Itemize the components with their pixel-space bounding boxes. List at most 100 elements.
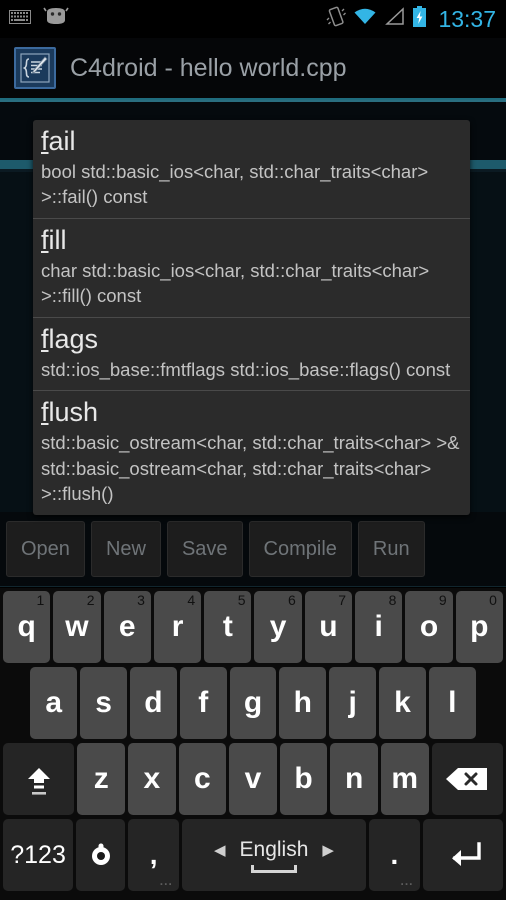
comma-key-more: ... xyxy=(159,874,173,888)
backspace-icon[interactable] xyxy=(431,743,503,815)
open-button[interactable]: Open xyxy=(6,521,85,577)
autocomplete-popup[interactable]: fail bool std::basic_ios<char, std::char… xyxy=(33,120,470,515)
key-t[interactable]: 5t xyxy=(204,591,252,663)
key-q-alt: 1 xyxy=(36,592,45,608)
android-screen: 13:37 C4droid - hello world.cpp fail boo… xyxy=(0,0,506,900)
key-i[interactable]: 8i xyxy=(355,591,403,663)
key-v[interactable]: v xyxy=(229,743,277,815)
autocomplete-item-name: flags xyxy=(41,324,462,356)
key-e-alt: 3 xyxy=(137,592,145,608)
period-key[interactable]: . ... xyxy=(369,819,420,891)
autocomplete-item[interactable]: fill char std::basic_ios<char, std::char… xyxy=(33,219,470,318)
editor-top-divider xyxy=(0,100,506,102)
key-x[interactable]: x xyxy=(128,743,176,815)
save-button[interactable]: Save xyxy=(166,521,243,577)
new-button[interactable]: New xyxy=(90,521,161,577)
autocomplete-item-signature: std::basic_ostream<char, std::char_trait… xyxy=(41,432,465,505)
autocomplete-item-signature: bool std::basic_ios<char, std::char_trai… xyxy=(41,160,434,208)
space-bar-glyph-icon xyxy=(250,864,297,873)
compile-button[interactable]: Compile xyxy=(248,521,352,577)
key-y[interactable]: 6y xyxy=(254,591,302,663)
key-u-label: u xyxy=(319,610,338,643)
run-button[interactable]: Run xyxy=(357,521,425,577)
key-b[interactable]: b xyxy=(279,743,328,815)
key-y-alt: 6 xyxy=(287,592,296,608)
key-u-alt: 7 xyxy=(338,592,347,608)
status-bar-clock: 13:37 xyxy=(438,5,496,32)
key-a[interactable]: a xyxy=(30,667,78,739)
key-u[interactable]: 7u xyxy=(304,591,353,663)
autocomplete-item-rest: ail xyxy=(48,126,76,156)
wifi-icon xyxy=(353,7,377,31)
key-y-label: y xyxy=(269,610,287,643)
autocomplete-item-rest: ill xyxy=(48,224,67,255)
key-p[interactable]: 0p xyxy=(455,591,503,663)
app-title-bar: C4droid - hello world.cpp xyxy=(0,38,506,100)
autocomplete-item[interactable]: fail bool std::basic_ios<char, std::char… xyxy=(33,120,470,219)
key-h[interactable]: h xyxy=(279,667,327,739)
keyboard-row-2-left-pad xyxy=(3,667,27,739)
keyboard-row-2: a s d f g h j k l xyxy=(2,667,504,739)
autocomplete-item-signature: std::ios_base::fmtflags std::ios_base::f… xyxy=(41,358,451,380)
voice-input-icon[interactable] xyxy=(76,819,126,891)
language-prev-arrow-icon[interactable]: ◀ xyxy=(214,841,226,859)
vibrate-icon xyxy=(326,6,347,32)
autocomplete-item-name: fill xyxy=(41,225,462,257)
shift-icon[interactable] xyxy=(3,743,75,815)
autocomplete-item-signature: char std::basic_ios<char, std::char_trai… xyxy=(41,259,435,307)
space-key-language: English xyxy=(239,837,309,861)
key-g[interactable]: g xyxy=(229,667,277,739)
enter-icon[interactable] xyxy=(422,819,504,891)
symbols-key[interactable]: ?123 xyxy=(3,819,74,891)
soft-keyboard[interactable]: 1q 2w 3e 4r 5t 6y 7u 8i 9o 0p a s d f g … xyxy=(0,588,506,900)
key-m[interactable]: m xyxy=(380,743,429,815)
status-bar: 13:37 xyxy=(0,0,506,38)
autocomplete-item-rest: lags xyxy=(48,323,99,354)
cell-signal-icon xyxy=(384,7,405,31)
key-d[interactable]: d xyxy=(129,667,177,739)
key-r[interactable]: 4r xyxy=(153,591,202,663)
autocomplete-item-name: fail xyxy=(41,126,462,158)
keyboard-icon xyxy=(9,9,31,30)
key-w-alt: 2 xyxy=(86,592,95,608)
key-l[interactable]: l xyxy=(428,667,476,739)
keyboard-row-4: ?123 , ... ◀ English ▶ . ... xyxy=(2,819,504,891)
key-r-label: r xyxy=(171,610,184,643)
autocomplete-item[interactable]: flush std::basic_ostream<char, std::char… xyxy=(33,391,470,514)
comma-key-label: , xyxy=(149,839,158,870)
key-j[interactable]: j xyxy=(329,667,377,739)
autocomplete-item-name: flush xyxy=(41,397,462,429)
key-p-label: p xyxy=(470,610,489,643)
editor-action-bar: Open New Save Compile Run xyxy=(0,512,506,587)
key-z[interactable]: z xyxy=(77,743,125,815)
key-f[interactable]: f xyxy=(179,667,227,739)
period-key-label: . xyxy=(390,839,399,870)
space-key[interactable]: ◀ English ▶ xyxy=(181,819,367,891)
key-c[interactable]: c xyxy=(178,743,227,815)
autocomplete-item-rest: lush xyxy=(48,397,99,428)
autocomplete-item-prefix: f xyxy=(41,323,49,354)
space-key-language-label: ◀ English ▶ xyxy=(214,838,334,862)
key-q[interactable]: 1q xyxy=(3,591,51,663)
key-w-label: w xyxy=(65,610,89,643)
key-t-alt: 5 xyxy=(237,592,246,608)
period-key-more: ... xyxy=(400,874,414,888)
key-n[interactable]: n xyxy=(330,743,378,815)
key-e[interactable]: 3e xyxy=(103,591,151,663)
key-i-alt: 8 xyxy=(388,592,397,608)
key-w[interactable]: 2w xyxy=(53,591,101,663)
autocomplete-item-prefix: f xyxy=(41,126,49,156)
key-o-alt: 9 xyxy=(438,592,447,608)
key-i-label: i xyxy=(374,610,383,643)
key-o[interactable]: 9o xyxy=(405,591,453,663)
key-s[interactable]: s xyxy=(80,667,127,739)
key-p-alt: 0 xyxy=(489,592,497,608)
autocomplete-item[interactable]: flags std::ios_base::fmtflags std::ios_b… xyxy=(33,318,470,392)
keyboard-row-2-right-pad xyxy=(479,667,503,739)
language-next-arrow-icon[interactable]: ▶ xyxy=(322,841,334,859)
comma-key[interactable]: , ... xyxy=(128,819,179,891)
autocomplete-item-prefix: f xyxy=(41,224,49,255)
key-k[interactable]: k xyxy=(379,667,426,739)
key-e-label: e xyxy=(118,610,136,643)
c4droid-icon xyxy=(14,47,56,89)
